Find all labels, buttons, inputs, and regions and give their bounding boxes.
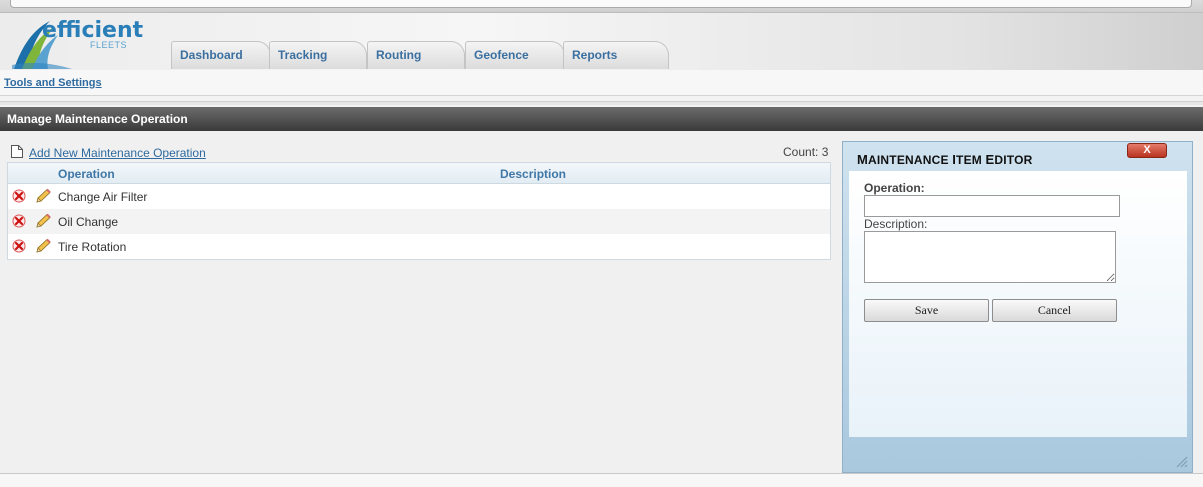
operation-name: Tire Rotation: [58, 240, 127, 254]
record-count: Count: 3: [783, 145, 829, 159]
operation-name: Oil Change: [58, 215, 119, 229]
pencil-icon[interactable]: [34, 238, 52, 254]
close-button[interactable]: X: [1127, 143, 1167, 158]
maintenance-item-editor: MAINTENANCE ITEM EDITOR X Operation: Des…: [842, 141, 1193, 473]
tab-routing[interactable]: Routing: [367, 41, 465, 69]
pencil-icon[interactable]: [34, 213, 52, 229]
browser-top-strip: [0, 0, 1203, 13]
footer-strip: [0, 473, 1203, 487]
section-header: Manage Maintenance Operation: [0, 107, 1203, 131]
operation-name: Change Air Filter: [58, 190, 148, 204]
add-operation-link[interactable]: Add New Maintenance Operation: [10, 144, 206, 160]
tab-label: Reports: [572, 48, 618, 62]
operation-label: Operation:: [864, 181, 925, 195]
cancel-button[interactable]: Cancel: [992, 299, 1117, 322]
description-textarea[interactable]: [864, 231, 1116, 283]
tab-label: Tracking: [278, 48, 328, 62]
tab-geofence[interactable]: Geofence: [465, 41, 565, 69]
save-button[interactable]: Save: [864, 299, 989, 322]
table-row: Oil Change: [8, 209, 830, 234]
operation-input[interactable]: [864, 195, 1120, 217]
delete-icon[interactable]: [12, 214, 26, 228]
logo-subtitle: FLEETS: [90, 40, 128, 50]
tools-and-settings-link[interactable]: Tools and Settings: [4, 77, 102, 89]
description-label: Description:: [864, 217, 928, 231]
tab-label: Geofence: [474, 48, 529, 62]
tab-tracking[interactable]: Tracking: [269, 41, 367, 69]
close-icon: X: [1143, 144, 1151, 156]
document-icon: [11, 145, 23, 158]
app-header: efficient FLEETS Dashboard Tracking Rout…: [0, 13, 1203, 70]
editor-form: Operation: Description: Save Cancel: [849, 171, 1187, 437]
resize-grip-icon[interactable]: [1172, 452, 1188, 468]
table-header: Operation Description: [8, 163, 830, 184]
tab-label: Dashboard: [180, 48, 243, 62]
divider: [0, 101, 1203, 105]
column-header-operation[interactable]: Operation: [58, 167, 115, 181]
table-row: Change Air Filter: [8, 184, 830, 209]
page-title: Manage Maintenance Operation: [7, 112, 188, 126]
delete-icon[interactable]: [12, 189, 26, 203]
tab-dashboard[interactable]: Dashboard: [171, 41, 271, 69]
delete-icon[interactable]: [12, 239, 26, 253]
editor-title: MAINTENANCE ITEM EDITOR: [857, 152, 1033, 167]
operations-table: Operation Description Change Air Filter: [7, 162, 831, 260]
table-row: Tire Rotation: [8, 234, 830, 259]
pencil-icon[interactable]: [34, 188, 52, 204]
column-header-description[interactable]: Description: [500, 167, 566, 181]
tab-reports[interactable]: Reports: [563, 41, 669, 69]
address-bar[interactable]: [10, 0, 1192, 8]
sub-navbar: Tools and Settings: [0, 70, 1203, 96]
add-operation-label: Add New Maintenance Operation: [29, 146, 206, 160]
tab-label: Routing: [376, 48, 422, 62]
logo[interactable]: efficient FLEETS: [12, 15, 143, 71]
